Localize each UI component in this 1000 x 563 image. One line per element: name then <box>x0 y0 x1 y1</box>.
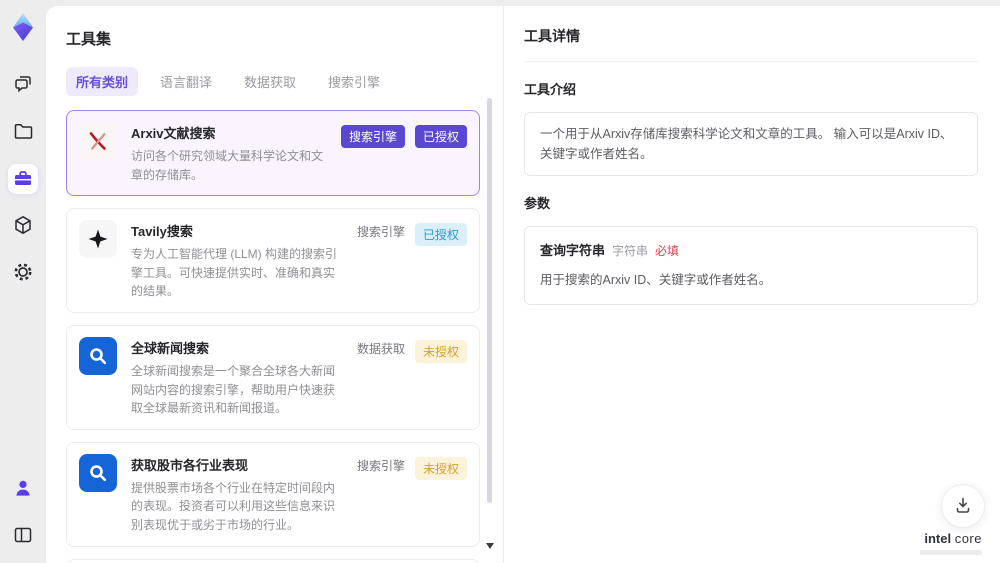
category-badge: 搜索引擎 <box>356 458 405 473</box>
detail-title: 工具详情 <box>524 26 978 62</box>
sidebar-item-account[interactable] <box>8 474 38 504</box>
panel-toggle-icon <box>12 524 34 549</box>
category-badge: 搜索引擎 <box>356 225 405 240</box>
tool-name: Arxiv文献搜索 <box>131 126 216 141</box>
scrollbar-down-arrow-icon[interactable] <box>486 543 494 549</box>
intro-heading: 工具介绍 <box>524 82 577 97</box>
arxiv-icon <box>79 122 117 160</box>
tool-badges: 搜索引擎 已授权 <box>357 220 467 301</box>
page-title: 工具集 <box>66 31 112 48</box>
tool-description: 访问各个研究领域大量科学论文和文章的存储库。 <box>131 149 324 182</box>
sidebar-item-tools[interactable] <box>8 164 38 194</box>
tool-description: 提供股票市场各个行业在特定时间段内的表现。投资者可以利用这些信息来识别表现优于或… <box>131 480 336 532</box>
params-heading: 参数 <box>524 196 551 211</box>
toolbox-icon <box>12 167 34 192</box>
tavily-icon <box>79 220 117 259</box>
chat-icon <box>12 73 34 98</box>
param-header: 查询字符串 字符串 必填 <box>540 240 962 260</box>
param-description: 用于搜索的Arxiv ID、关键字或作者姓名。 <box>540 273 772 287</box>
sidebar-item-packages[interactable] <box>8 211 38 241</box>
tool-detail-panel: 工具详情 工具介绍 一个用于从Arxiv存储库搜索科学论文和文章的工具。 输入可… <box>503 6 1000 563</box>
status-badge: 已授权 <box>414 223 467 247</box>
package-icon <box>12 214 34 239</box>
sidebar-item-chat[interactable] <box>8 70 38 100</box>
download-icon <box>953 495 973 518</box>
gear-icon <box>12 261 34 286</box>
tool-card-body: Tavily搜索专为人工智能代理 (LLM) 构建的搜索引擎工具。可快速提供实时… <box>131 220 343 301</box>
tool-card-global-news[interactable]: 全球新闻搜索全球新闻搜索是一个聚合全球各大新闻网站内容的搜索引擎，帮助用户快速获… <box>66 324 480 430</box>
tool-name: 全球新闻搜索 <box>131 340 210 356</box>
category-tabs: 所有类别 语言翻译 数据获取 搜索引擎 <box>66 67 480 96</box>
tool-name: Tavily搜索 <box>131 224 193 240</box>
tool-description: 专为人工智能代理 (LLM) 构建的搜索引擎工具。可快速提供实时、准确和真实的结… <box>131 247 338 299</box>
category-badge: 数据获取 <box>356 341 405 356</box>
sidebar-item-settings[interactable] <box>8 258 38 288</box>
folder-icon <box>12 120 34 145</box>
sidebar-item-files[interactable] <box>8 117 38 147</box>
intel-core-sublabel <box>920 550 982 555</box>
tool-name: 获取股市各行业表现 <box>131 457 249 473</box>
blue-search-icon <box>79 453 117 492</box>
tool-badges: 搜索引擎 已授权 <box>340 122 467 184</box>
tool-card-body: Arxiv文献搜索访问各个研究领域大量科学论文和文章的存储库。 <box>131 122 327 184</box>
tool-list-panel: 工具集 所有类别 语言翻译 数据获取 搜索引擎 Arxiv文献搜索 访问各个研究领域大量… <box>46 6 503 563</box>
status-badge: 未授权 <box>414 339 467 363</box>
tool-card-tavily[interactable]: Tavily搜索专为人工智能代理 (LLM) 构建的搜索引擎工具。可快速提供实时… <box>66 208 480 313</box>
tool-list: Arxiv文献搜索 访问各个研究领域大量科学论文和文章的存储库。 搜索引擎 已授权 Ta… <box>66 110 480 563</box>
intro-text: 一个用于从Arxiv存储库搜索科学论文和文章的工具。 输入可以是Arxiv ID… <box>524 112 978 176</box>
param-type: 字符串 <box>612 244 649 258</box>
status-badge: 未授权 <box>414 456 467 480</box>
app-logo <box>6 10 40 44</box>
tool-card-stock-sector[interactable]: 获取股市各行业表现提供股票市场各个行业在特定时间段内的表现。投资者可以利用这些信… <box>66 441 480 547</box>
tool-card-stock-active[interactable]: 获取市场最活跃股票信息提供当天交易量最高的股票列表，投资者可以利用这些信息来识别… <box>66 558 480 563</box>
tool-card-body: 获取股市各行业表现提供股票市场各个行业在特定时间段内的表现。投资者可以利用这些信… <box>131 454 343 535</box>
main-panel: 工具集 所有类别 语言翻译 数据获取 搜索引擎 Arxiv文献搜索 访问各个研究领域大量… <box>46 6 1000 563</box>
param-card: 查询字符串 字符串 必填 用于搜索的Arxiv ID、关键字或作者姓名。 <box>524 226 978 305</box>
status-badge: 已授权 <box>414 125 467 148</box>
tab-data-fetch[interactable]: 数据获取 <box>234 67 306 96</box>
tab-all[interactable]: 所有类别 <box>66 67 139 96</box>
user-icon <box>12 477 34 502</box>
tab-translation[interactable]: 语言翻译 <box>150 67 222 96</box>
param-required-badge: 必填 <box>655 244 680 258</box>
tool-badges: 数据获取 未授权 <box>357 337 467 418</box>
tab-search-engine[interactable]: 搜索引擎 <box>318 67 390 96</box>
category-badge: 搜索引擎 <box>340 125 405 148</box>
param-name: 查询字符串 <box>540 243 606 258</box>
tool-card-arxiv[interactable]: Arxiv文献搜索访问各个研究领域大量科学论文和文章的存储库。 搜索引擎 已授权 <box>66 110 480 197</box>
blue-search-icon <box>79 336 117 375</box>
sidebar <box>0 0 46 563</box>
tool-card-body: 全球新闻搜索全球新闻搜索是一个聚合全球各大新闻网站内容的搜索引擎，帮助用户快速获… <box>131 337 343 418</box>
list-scrollbar-thumb[interactable] <box>487 98 492 503</box>
tool-description: 全球新闻搜索是一个聚合全球各大新闻网站内容的搜索引擎，帮助用户快速获取全球最新资… <box>131 363 336 416</box>
tool-badges: 搜索引擎 未授权 <box>357 454 467 535</box>
download-button[interactable] <box>941 484 985 528</box>
intel-core-logo: intel core <box>924 531 982 546</box>
sidebar-item-panel-toggle[interactable] <box>8 521 38 551</box>
